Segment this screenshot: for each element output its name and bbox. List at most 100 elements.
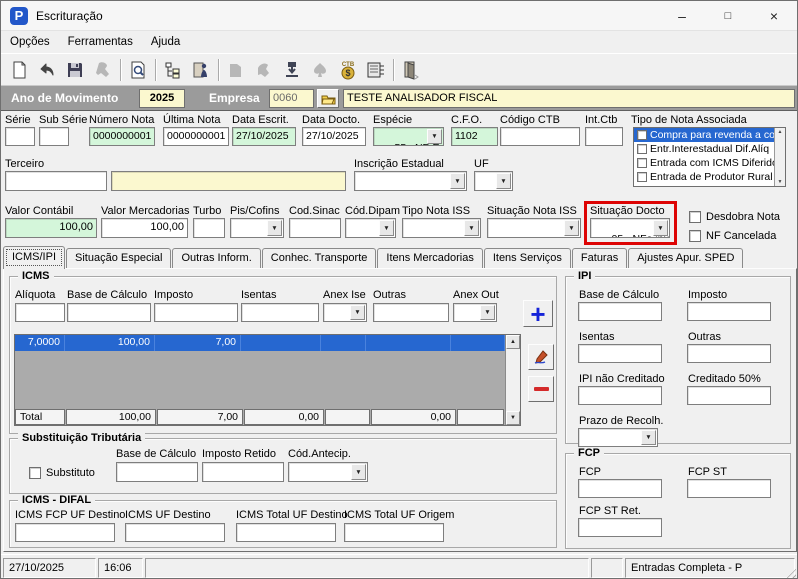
menu-opcoes[interactable]: Opções: [1, 33, 59, 51]
numero-nota-field[interactable]: 0000000001: [89, 127, 155, 146]
open-empresa-button[interactable]: [317, 89, 339, 108]
fcp-field[interactable]: [578, 479, 662, 498]
valor-mercadorias-field[interactable]: 100,00: [101, 218, 188, 238]
chevron-down-icon[interactable]: [350, 305, 365, 320]
icms-total-uf-origem-field[interactable]: [344, 523, 444, 542]
list-item[interactable]: Entrada com ICMS Diferido: [634, 156, 785, 170]
tab-itens-mercadorias[interactable]: Itens Mercadorias: [377, 248, 482, 268]
serie-field[interactable]: [5, 127, 35, 146]
save-button[interactable]: [61, 57, 89, 83]
nf-cancelada-checkbox-row[interactable]: NF Cancelada: [689, 230, 776, 242]
import-button[interactable]: [278, 57, 306, 83]
icms-fcp-uf-destino-field[interactable]: [15, 523, 115, 542]
chevron-down-icon[interactable]: [496, 173, 511, 189]
especie-combo[interactable]: 55 NF-E: [373, 127, 444, 146]
fcp-st-field[interactable]: [687, 479, 771, 498]
list-scrollbar[interactable]: [774, 128, 785, 186]
codigo-ctb-field[interactable]: [500, 127, 580, 146]
chevron-down-icon[interactable]: [464, 220, 479, 236]
tab-faturas[interactable]: Faturas: [572, 248, 627, 268]
copy-button[interactable]: [222, 57, 250, 83]
aliquota-field[interactable]: [15, 303, 65, 322]
terceiro-codigo-field[interactable]: [5, 171, 107, 191]
chevron-down-icon[interactable]: [427, 129, 442, 144]
chevron-down-icon[interactable]: [564, 220, 579, 236]
ipi-base-calculo-field[interactable]: [578, 302, 662, 321]
minimize-button[interactable]: –: [659, 1, 705, 31]
grid-scrollbar[interactable]: [505, 335, 520, 425]
chevron-down-icon[interactable]: [351, 464, 366, 480]
icms-imposto-field[interactable]: [154, 303, 238, 322]
chevron-down-icon[interactable]: [450, 173, 465, 189]
tab-icms-ipi[interactable]: ICMS/IPI: [3, 246, 65, 269]
scroll-down-icon[interactable]: [778, 179, 783, 185]
menu-ajuda[interactable]: Ajuda: [142, 33, 189, 51]
cod-sinac-field[interactable]: [289, 218, 341, 238]
delete-row-button[interactable]: [528, 376, 554, 402]
checkbox[interactable]: [637, 158, 647, 168]
list-item[interactable]: Entrada de Produtor Rural: [634, 170, 785, 184]
substituto-checkbox-row[interactable]: Substituto: [29, 467, 95, 479]
desdobra-nota-checkbox-row[interactable]: Desdobra Nota: [689, 211, 780, 223]
creditado-50-field[interactable]: [687, 386, 771, 405]
scroll-up-icon[interactable]: [778, 129, 783, 135]
checkbox[interactable]: [29, 467, 41, 479]
ultima-nota-field[interactable]: 0000000001: [163, 127, 229, 146]
anex-out-combo[interactable]: [453, 303, 497, 322]
prazo-recolh-combo[interactable]: [578, 428, 658, 447]
scroll-down-icon[interactable]: [506, 411, 520, 425]
new-document-button[interactable]: [5, 57, 33, 83]
chevron-down-icon[interactable]: [480, 305, 495, 320]
ano-movimento-field[interactable]: 2025: [139, 89, 185, 108]
print-preview-button[interactable]: [124, 57, 152, 83]
ipi-imposto-field[interactable]: [687, 302, 771, 321]
checkbox[interactable]: [637, 172, 647, 182]
list-item[interactable]: Compra para revenda a co: [634, 128, 785, 142]
chevron-down-icon[interactable]: [267, 220, 282, 236]
imposto-retido-field[interactable]: [202, 462, 284, 482]
data-docto-field[interactable]: 27/10/2025: [302, 127, 366, 146]
ipi-outras-field[interactable]: [687, 344, 771, 363]
data-escrit-field[interactable]: 27/10/2025: [232, 127, 296, 146]
tree-view-button[interactable]: [159, 57, 187, 83]
fcp-st-ret-field[interactable]: [578, 518, 662, 537]
tab-situacao-especial[interactable]: Situação Especial: [66, 248, 171, 268]
chevron-down-icon[interactable]: [653, 220, 668, 236]
icms-uf-destino-field[interactable]: [125, 523, 225, 542]
cod-antecip-combo[interactable]: [288, 462, 368, 482]
cfo-field[interactable]: 1102: [451, 127, 498, 146]
tab-outras-inform[interactable]: Outras Inform.: [172, 248, 260, 268]
icms-base-calculo-field[interactable]: [67, 303, 151, 322]
list-item[interactable]: Entr.Interestadual Dif.Alíq: [634, 142, 785, 156]
tab-conhec-transporte[interactable]: Conhec. Transporte: [262, 248, 377, 268]
edit-row-button[interactable]: [528, 344, 554, 370]
checkbox[interactable]: [637, 144, 647, 154]
add-row-button[interactable]: [523, 300, 553, 327]
hand-button[interactable]: [250, 57, 278, 83]
icms-outras-field[interactable]: [373, 303, 449, 322]
table-row-selected[interactable]: 7,0000 100,00 7,00: [15, 335, 505, 351]
ipi-isentas-field[interactable]: [578, 344, 662, 363]
cod-dipam-combo[interactable]: [345, 218, 396, 238]
tipo-nota-iss-combo[interactable]: [402, 218, 481, 238]
turbo-field[interactable]: [193, 218, 225, 238]
user-exit-button[interactable]: [187, 57, 215, 83]
tipo-nota-associada-list[interactable]: Compra para revenda a co Entr.Interestad…: [633, 127, 786, 187]
spade-button[interactable]: [306, 57, 334, 83]
situacao-docto-combo[interactable]: 05 - NFe inut: [590, 218, 670, 238]
inscricao-estadual-combo[interactable]: [354, 171, 467, 191]
valor-contabil-field[interactable]: 100,00: [5, 218, 97, 238]
checkbox[interactable]: [637, 130, 647, 140]
scroll-up-icon[interactable]: [506, 335, 520, 349]
icms-isentas-field[interactable]: [241, 303, 319, 322]
undo-button[interactable]: [33, 57, 61, 83]
situacao-nota-iss-combo[interactable]: [487, 218, 581, 238]
chevron-down-icon[interactable]: [641, 430, 656, 445]
maximize-button[interactable]: □: [705, 1, 751, 31]
pis-cofins-combo[interactable]: [230, 218, 284, 238]
sub-serie-field[interactable]: [39, 127, 69, 146]
empresa-codigo-field[interactable]: 0060: [269, 89, 314, 108]
tab-ajustes-apur-sped[interactable]: Ajustes Apur. SPED: [628, 248, 743, 268]
anex-ise-combo[interactable]: [323, 303, 367, 322]
ctb-button[interactable]: CTB$: [334, 57, 362, 83]
